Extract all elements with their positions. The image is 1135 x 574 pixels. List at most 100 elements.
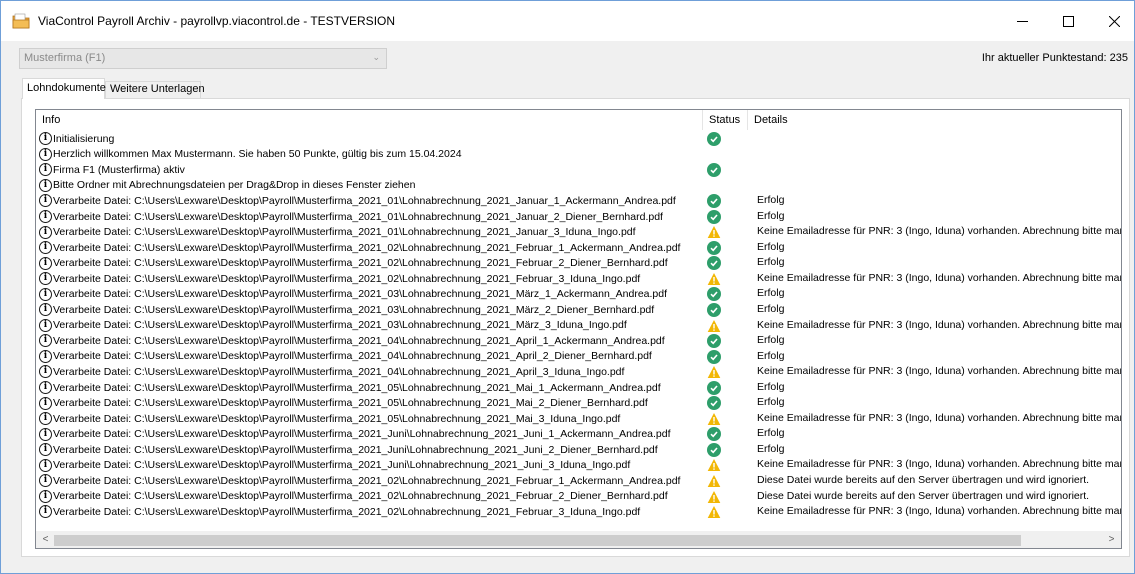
table-row[interactable]: i Verarbeite Datei: C:\Users\Lexware\Desk… [36,302,1121,318]
company-dropdown[interactable]: Musterfirma (F1) ⌄ [19,48,387,69]
row-details: Erfolg [757,442,785,455]
scrollbar-thumb[interactable] [54,535,1021,546]
info-icon: i [39,147,52,161]
table-row[interactable]: i Verarbeite Datei: C:\Users\Lexware\Desk… [36,504,1122,520]
row-info: i Verarbeite Datei: C:\Users\Lexware\Desk… [39,255,668,271]
minimize-button[interactable] [999,1,1045,41]
table-row[interactable]: i Verarbeite Datei: C:\Users\Lexware\Desk… [36,473,1121,489]
column-header-details[interactable]: Details [747,110,1121,130]
info-icon: i [39,396,52,410]
row-info-text: Verarbeite Datei: C:\Users\Lexware\Deskt… [53,412,621,425]
row-info: i Verarbeite Datei: C:\Users\Lexware\Desk… [39,364,624,380]
app-window: ViaControl Payroll Archiv - payrollvp.vi… [0,0,1135,574]
row-info-text: Verarbeite Datei: C:\Users\Lexware\Deskt… [53,350,652,363]
row-info: i Verarbeite Datei: C:\Users\Lexware\Desk… [39,473,680,489]
row-info: i Verarbeite Datei: C:\Users\Lexware\Desk… [39,489,668,505]
check-circle-icon [707,334,721,349]
log-listview[interactable]: Info Status Details i Initialisierung i Her… [35,109,1122,549]
row-details: Erfolg [757,256,785,269]
company-dropdown-value: Musterfirma (F1) [24,52,106,64]
row-info: i Verarbeite Datei: C:\Users\Lexware\Desk… [39,457,630,473]
info-icon: i [39,334,52,348]
row-info-text: Verarbeite Datei: C:\Users\Lexware\Deskt… [53,257,668,270]
table-row[interactable]: i Verarbeite Datei: C:\Users\Lexware\Desk… [36,209,1121,225]
close-icon [1108,15,1120,27]
warning-icon [707,475,721,488]
row-info: i Verarbeite Datei: C:\Users\Lexware\Desk… [39,333,665,349]
row-status [707,240,721,255]
row-info: i Herzlich willkommen Max Mustermann. Sie… [39,147,462,163]
row-info-text: Verarbeite Datei: C:\Users\Lexware\Deskt… [53,474,681,487]
row-info-text: Verarbeite Datei: C:\Users\Lexware\Deskt… [53,194,676,207]
row-status [707,442,721,457]
close-button[interactable] [1091,1,1135,41]
check-circle-icon [707,256,721,271]
info-icon: i [39,349,52,363]
row-info-text: Verarbeite Datei: C:\Users\Lexware\Deskt… [53,210,663,223]
row-info-text: Initialisierung [53,132,115,145]
table-row[interactable]: i Verarbeite Datei: C:\Users\Lexware\Desk… [36,349,1121,365]
scroll-left-button[interactable]: < [38,534,53,547]
column-header-status[interactable]: Status [702,110,746,130]
check-circle-icon [707,380,721,395]
horizontal-scrollbar[interactable]: < > [36,531,1121,548]
row-status [707,365,721,379]
tab-weitere-unterlagen[interactable]: Weitere Unterlagen [105,81,205,99]
row-status [707,474,721,488]
row-info: i Firma F1 (Musterfirma) aktiv [39,162,185,178]
info-icon: i [39,225,52,239]
row-details: Keine Emailadresse für PNR: 3 (Ingo, Idu… [757,505,1122,518]
scroll-right-button[interactable]: > [1104,534,1119,547]
title-bar[interactable]: ViaControl Payroll Archiv - payrollvp.vi… [1,1,1134,41]
row-info-text: Verarbeite Datei: C:\Users\Lexware\Deskt… [53,288,668,301]
table-row[interactable]: i Verarbeite Datei: C:\Users\Lexware\Desk… [36,442,1121,458]
check-circle-icon [707,349,721,364]
table-row[interactable]: i Verarbeite Datei: C:\Users\Lexware\Desk… [36,411,1122,427]
minimize-icon [1016,20,1028,22]
row-info: i Verarbeite Datei: C:\Users\Lexware\Desk… [39,318,627,334]
row-info-text: Verarbeite Datei: C:\Users\Lexware\Deskt… [53,365,625,378]
table-row[interactable]: i Herzlich willkommen Max Mustermann. Sie… [36,147,1121,163]
row-status [707,505,721,519]
table-row[interactable]: i Verarbeite Datei: C:\Users\Lexware\Desk… [36,255,1121,271]
table-row[interactable]: i Verarbeite Datei: C:\Users\Lexware\Desk… [36,457,1121,473]
info-icon: i [39,381,52,395]
row-info-text: Verarbeite Datei: C:\Users\Lexware\Deskt… [53,490,668,503]
row-status [707,334,721,349]
row-status [707,458,721,472]
info-icon: i [39,132,52,146]
table-row[interactable]: i Verarbeite Datei: C:\Users\Lexware\Desk… [36,395,1121,411]
table-row[interactable]: i Bitte Ordner mit Abrechnungsdateien per… [36,178,1121,194]
info-icon: i [39,458,52,472]
table-row[interactable]: i Verarbeite Datei: C:\Users\Lexware\Desk… [36,224,1121,240]
row-status [707,163,721,178]
row-info-text: Verarbeite Datei: C:\Users\Lexware\Deskt… [53,334,665,347]
row-details: Keine Emailadresse für PNR: 3 (Ingo, Idu… [757,411,1122,424]
column-header-info[interactable]: Info [36,110,701,130]
table-row[interactable]: i Verarbeite Datei: C:\Users\Lexware\Desk… [36,286,1121,302]
table-row[interactable]: i Verarbeite Datei: C:\Users\Lexware\Desk… [36,193,1121,209]
log-rows: i Initialisierung i Herzlich willkommen Max… [36,131,1122,520]
tab-lohndokumente[interactable]: Lohndokumente [22,78,106,99]
info-icon: i [39,318,52,332]
info-icon: i [39,474,52,488]
table-row[interactable]: i Verarbeite Datei: C:\Users\Lexware\Desk… [36,333,1121,349]
warning-icon [707,506,721,519]
row-details: Erfolg [757,427,785,440]
check-circle-icon [707,427,721,442]
row-status [707,349,721,364]
table-row[interactable]: i Firma F1 (Musterfirma) aktiv [36,162,1121,178]
table-row[interactable]: i Initialisierung [36,131,1121,147]
maximize-button[interactable] [1045,1,1091,41]
table-row[interactable]: i Verarbeite Datei: C:\Users\Lexware\Desk… [36,489,1121,505]
row-details: Keine Emailadresse für PNR: 3 (Ingo, Idu… [757,318,1122,331]
table-row[interactable]: i Verarbeite Datei: C:\Users\Lexware\Desk… [36,271,1122,287]
row-details: Keine Emailadresse für PNR: 3 (Ingo, Idu… [757,365,1122,378]
table-row[interactable]: i Verarbeite Datei: C:\Users\Lexware\Desk… [36,426,1121,442]
table-row[interactable]: i Verarbeite Datei: C:\Users\Lexware\Desk… [36,380,1121,396]
table-row[interactable]: i Verarbeite Datei: C:\Users\Lexware\Desk… [36,240,1121,256]
table-row[interactable]: i Verarbeite Datei: C:\Users\Lexware\Desk… [36,318,1122,334]
row-info-text: Verarbeite Datei: C:\Users\Lexware\Deskt… [53,241,681,254]
row-details: Keine Emailadresse für PNR: 3 (Ingo, Idu… [757,271,1122,284]
table-row[interactable]: i Verarbeite Datei: C:\Users\Lexware\Desk… [36,364,1122,380]
